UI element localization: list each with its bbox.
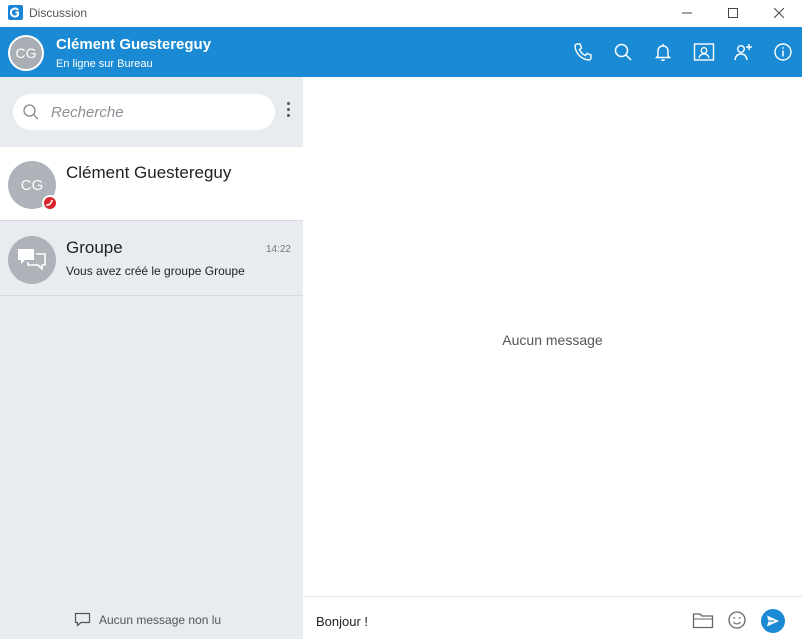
conversation-preview: Vous avez créé le groupe Groupe: [66, 264, 245, 278]
close-button[interactable]: [756, 0, 802, 25]
app-logo-icon: [8, 5, 23, 20]
message-composer: Bonjour !: [303, 596, 802, 639]
send-icon: [767, 615, 779, 627]
more-options-icon[interactable]: [283, 102, 293, 122]
window-title: Discussion: [29, 5, 88, 20]
conversation-item-groupe[interactable]: Groupe 14:22 Vous avez créé le groupe Gr…: [0, 222, 303, 296]
search-input[interactable]: Recherche: [13, 94, 275, 130]
contact-card-icon[interactable]: [693, 41, 715, 63]
conversation-name: Groupe: [66, 238, 123, 257]
search-icon: [23, 104, 39, 120]
message-area: Aucun message: [303, 77, 802, 596]
bell-icon[interactable]: [652, 41, 674, 63]
phone-icon[interactable]: [572, 41, 594, 63]
send-button[interactable]: [761, 609, 785, 633]
conversation-item-clement[interactable]: CG Clément Guestereguy: [0, 147, 303, 221]
unread-status: Aucun message non lu: [74, 612, 221, 627]
title-bar: Discussion: [0, 0, 802, 25]
conversation-time: 14:22: [265, 244, 291, 255]
contact-name: Clément Guestereguy: [56, 36, 212, 53]
info-icon[interactable]: [772, 41, 794, 63]
add-user-icon[interactable]: [732, 41, 754, 63]
folder-icon[interactable]: [692, 609, 714, 631]
maximize-button[interactable]: [710, 0, 756, 25]
search-icon[interactable]: [612, 41, 634, 63]
minimize-button[interactable]: [664, 0, 710, 25]
message-input[interactable]: Bonjour !: [316, 614, 368, 629]
contact-status: En ligne sur Bureau: [56, 58, 153, 70]
emoji-icon[interactable]: [726, 609, 748, 631]
chat-bubble-icon: [74, 612, 91, 627]
conversation-sidebar: Recherche CG Clément Guestereguy Groupe …: [0, 77, 303, 639]
conversation-name: Clément Guestereguy: [66, 163, 232, 182]
group-chat-icon: [8, 236, 56, 284]
search-placeholder: Recherche: [51, 104, 124, 121]
busy-status-icon: [42, 195, 58, 211]
contact-avatar[interactable]: CG: [8, 35, 44, 71]
conversation-header: CG Clément Guestereguy En ligne sur Bure…: [0, 27, 802, 77]
unread-label: Aucun message non lu: [99, 612, 222, 627]
empty-state-label: Aucun message: [502, 332, 603, 348]
